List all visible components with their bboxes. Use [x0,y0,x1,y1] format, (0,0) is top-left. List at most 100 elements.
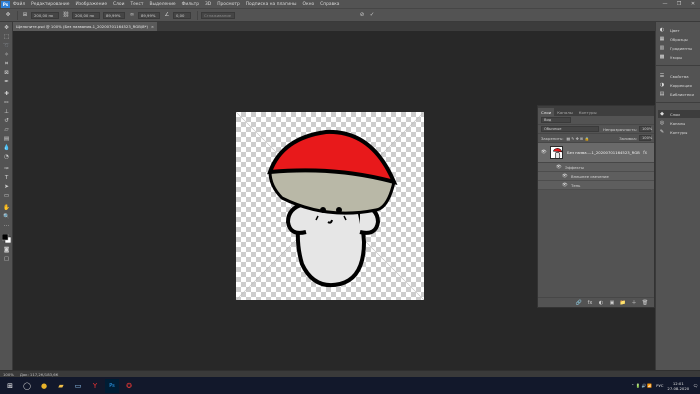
link-icon[interactable]: ⛓ [62,11,70,19]
yandex-browser-icon[interactable]: Y [88,379,102,393]
marquee-tool-icon[interactable]: ⬚ [2,33,11,41]
hand-tool-icon[interactable]: ✋ [2,204,11,212]
minimize-button[interactable]: — [658,0,672,8]
angle-field[interactable]: 0,00 [173,11,191,19]
visibility-eye-icon[interactable]: 👁 [562,183,568,188]
commit-transform-icon[interactable]: ✓ [368,11,376,19]
search-icon[interactable]: ◯ [20,379,34,393]
quick-mask-icon[interactable]: ◙ [2,246,11,254]
cancel-transform-icon[interactable]: ⊘ [358,11,366,19]
dock-swatches[interactable]: ▦ Образцы [658,35,700,43]
path-select-tool-icon[interactable]: ➤ [2,183,11,191]
fill-field[interactable]: 100% [639,135,652,141]
interpolation-select[interactable]: Сглаживание [201,11,235,19]
dock-patterns[interactable]: ▩ Узоры [658,53,700,61]
photoshop-logo[interactable]: Ps [1,0,10,8]
chrome-icon[interactable]: ● [37,379,51,393]
menu-file[interactable]: Файл [10,2,28,7]
dock-gradients[interactable]: ▥ Градиенты [658,44,700,52]
menu-view[interactable]: Просмотр [214,2,243,7]
dock-color[interactable]: ◐ Цвет [658,26,700,34]
width-field[interactable]: 200,00 пк [31,11,59,19]
menu-plugins[interactable]: Подписка на плагины [243,2,300,7]
brush-tool-icon[interactable]: ✏ [2,99,11,107]
visibility-eye-icon[interactable]: 👁 [541,150,547,155]
layer-name[interactable]: Без назва...-1_20200701164523_RGB [567,150,640,155]
layer-kind-select[interactable]: Вид [541,117,571,123]
quick-select-tool-icon[interactable]: ✧ [2,51,11,59]
chain-icon[interactable]: ∞ [128,11,136,19]
eyedropper-tool-icon[interactable]: ✒ [2,78,11,86]
stamp-tool-icon[interactable]: ⊥ [2,108,11,116]
menu-image[interactable]: Изображение [72,2,110,7]
menu-edit[interactable]: Редактирование [28,2,72,7]
document-canvas[interactable] [236,112,424,300]
gradient-tool-icon[interactable]: ▤ [2,135,11,143]
zoom-level[interactable]: 100% [3,372,14,377]
screen-mode-icon[interactable]: ▢ [2,255,11,263]
effect-shadow-row[interactable]: 👁 Тень [538,181,654,190]
blur-tool-icon[interactable]: 💧 [2,144,11,152]
tab-channels[interactable]: Каналы [554,108,576,116]
restore-button[interactable]: ❐ [672,0,686,8]
dock-properties[interactable]: ☰ Свойства [658,72,700,80]
height-field[interactable]: 200,00 пк [72,11,100,19]
shape-tool-icon[interactable]: ▭ [2,192,11,200]
angle-icon[interactable]: ∠ [163,11,171,19]
menu-layers[interactable]: Слои [110,2,127,7]
dock-paths[interactable]: ✎ Контуры [658,128,700,136]
dock-libraries[interactable]: ▤ Библиотеки [658,90,700,98]
menu-help[interactable]: Справка [317,2,342,7]
zoom-tool-icon[interactable]: 🔍 [2,213,11,221]
menu-select[interactable]: Выделение [146,2,178,7]
layer-row[interactable]: 👁 Без назва...-1_20200701164523_RGB fx [538,143,654,163]
clock[interactable]: 12:01 27.08.2020 [667,381,689,391]
photoshop-taskbar-icon[interactable]: Ps [105,378,119,393]
close-tab-icon[interactable]: × [151,24,154,29]
scale-h-field[interactable]: 89,99% [138,11,160,19]
delete-layer-icon[interactable]: 🗑 [641,299,649,306]
dock-channels[interactable]: ◎ Каналы [658,119,700,127]
visibility-eye-icon[interactable]: 👁 [562,174,568,179]
tab-layers[interactable]: Слои [538,108,555,116]
pen-tool-icon[interactable]: ✑ [2,165,11,173]
lock-icons[interactable]: ▦ ✎ ✥ ⊞ 🔒 [566,136,589,141]
blend-mode-select[interactable]: Обычные [541,126,599,132]
link-layers-icon[interactable]: 🔗 [575,299,583,306]
history-brush-tool-icon[interactable]: ↺ [2,117,11,125]
files-icon[interactable]: ▭ [71,379,85,393]
lasso-tool-icon[interactable]: ➰ [2,42,11,50]
explorer-icon[interactable]: ▰ [54,379,68,393]
dodge-tool-icon[interactable]: ◔ [2,153,11,161]
more-tools-icon[interactable]: ⋯ [2,222,11,230]
tab-paths[interactable]: Контуры [576,108,600,116]
menu-3d[interactable]: 3D [202,2,214,7]
visibility-eye-icon[interactable]: 👁 [556,165,562,170]
type-tool-icon[interactable]: T [2,174,11,182]
effects-row[interactable]: 👁 Эффекты [538,163,654,172]
move-tool-icon[interactable]: ✥ [2,24,11,32]
crop-tool-icon[interactable]: ⌗ [2,60,11,68]
menu-filter[interactable]: Фильтр [179,2,202,7]
foreground-background-colors[interactable] [2,233,11,243]
new-layer-icon[interactable]: ＋ [630,299,638,306]
notifications-icon[interactable]: 🗨 [693,383,698,388]
effect-outer-glow-row[interactable]: 👁 Внешнее свечение [538,172,654,181]
frame-tool-icon[interactable]: ⊠ [2,69,11,77]
healing-tool-icon[interactable]: ✚ [2,90,11,98]
menu-window[interactable]: Окно [299,2,317,7]
move-tool-icon[interactable]: ✥ [4,11,12,19]
app-icon[interactable]: ✪ [122,379,136,393]
opacity-field[interactable]: 100% [639,126,652,132]
adjustment-layer-icon[interactable]: ◐ [597,299,605,306]
fx-badge[interactable]: fx [643,150,647,155]
scale-w-field[interactable]: 89,99% [103,11,125,19]
reference-point-icon[interactable]: ⊞ [21,11,29,19]
new-group-icon[interactable]: 📁 [619,299,627,306]
language-indicator[interactable]: РУС [656,383,663,388]
add-style-icon[interactable]: fx [586,299,594,306]
document-tab[interactable]: Щелкните.psd @ 100% (Без названия-1_2020… [13,22,158,31]
add-mask-icon[interactable]: ▣ [608,299,616,306]
start-icon[interactable]: ⊞ [3,379,17,393]
dock-adjustments[interactable]: ◑ Коррекция [658,81,700,89]
